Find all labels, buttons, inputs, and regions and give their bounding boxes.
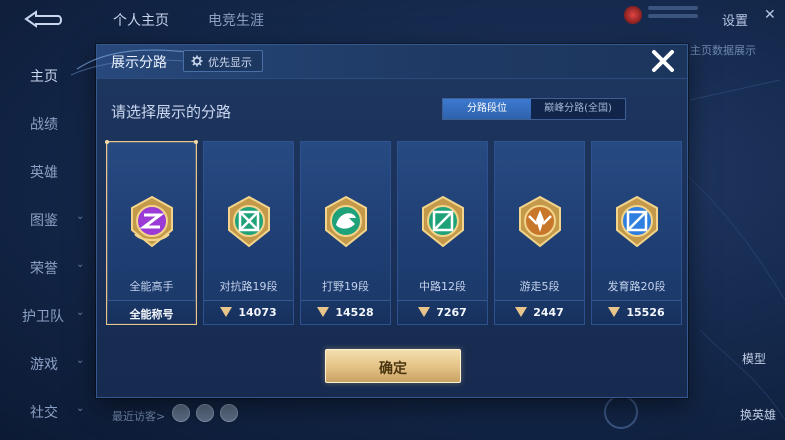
tab-peak-lane-national[interactable]: 巅峰分路(全国)	[531, 99, 625, 119]
lane-card-allround[interactable]: 全能高手 全能称号	[105, 140, 198, 325]
lane-card-score: 14073	[204, 306, 293, 319]
lane-mode-toggle: 分路段位 巅峰分路(全国)	[442, 98, 626, 120]
sidebar-item-label: 英雄	[30, 165, 58, 181]
lane-card-score-row: 全能称号	[107, 300, 196, 324]
avatar[interactable]	[196, 404, 214, 422]
confirm-label: 确定	[379, 361, 407, 377]
gear-icon	[191, 55, 203, 67]
clash-lane-emblem-icon	[228, 195, 270, 248]
lane-card-clash[interactable]: 对抗路19段 14073	[203, 141, 294, 325]
lane-card-jungle[interactable]: 打野19段 14528	[300, 141, 391, 325]
close-icon[interactable]: ✕	[764, 8, 778, 22]
lane-card-score-row: 14073	[204, 300, 293, 324]
selection-corner	[105, 140, 109, 144]
sidebar-item-label: 主页	[30, 69, 58, 85]
recent-visitors-link[interactable]: 最近访客>	[112, 408, 165, 424]
lane-card-name: 全能高手	[129, 280, 174, 293]
tab-esports-career[interactable]: 电竞生涯	[208, 10, 264, 30]
sidebar-item-social[interactable]: 社交 ⌄	[0, 394, 90, 428]
sidebar-item-heroes[interactable]: 英雄	[0, 154, 90, 188]
sidebar-item-label: 护卫队	[22, 309, 64, 325]
priority-display-label: 优先显示	[208, 56, 252, 69]
sidebar-item-honor[interactable]: 荣誉 ⌄	[0, 250, 90, 284]
chevron-down-icon: ⌄	[76, 355, 85, 366]
lane-card-name: 中路12段	[419, 280, 466, 293]
rank-info-placeholder	[648, 6, 698, 22]
rank-badge-icon	[624, 6, 642, 24]
close-icon[interactable]	[649, 47, 677, 75]
lane-card-name: 对抗路19段	[219, 280, 278, 293]
lane-card-score: 7267	[398, 306, 487, 319]
lane-card-roam[interactable]: 游走5段 2447	[494, 141, 585, 325]
sidebar-item-label: 社交	[30, 405, 58, 421]
model-button[interactable]: 模型	[742, 350, 766, 367]
sidebar-item-records[interactable]: 战绩	[0, 106, 90, 140]
sidebar-item-games[interactable]: 游戏 ⌄	[0, 346, 90, 380]
chevron-down-icon: ⌄	[76, 307, 85, 318]
home-data-display-label: 主页数据展示	[690, 44, 756, 57]
lane-card-score: 全能称号	[129, 308, 174, 321]
avatar[interactable]	[220, 404, 238, 422]
dialog-header: 展示分路 优先显示	[70, 45, 687, 79]
rank-points-icon	[418, 307, 431, 317]
home-ring-button[interactable]	[604, 395, 638, 429]
lane-card-score-row: 2447	[495, 300, 584, 324]
jungle-emblem-icon	[325, 195, 367, 248]
lane-card-score: 15526	[592, 306, 681, 319]
lane-card-name: 游走5段	[519, 280, 560, 293]
rank-points-icon	[608, 307, 621, 317]
sidebar-item-label: 战绩	[30, 117, 58, 133]
back-arrow-icon[interactable]	[22, 8, 64, 30]
sidebar-item-label: 荣誉	[30, 261, 58, 277]
select-lane-prompt: 请选择展示的分路	[111, 103, 232, 121]
sidebar-item-home[interactable]: 主页	[0, 58, 90, 92]
sidebar-item-label: 游戏	[30, 357, 58, 373]
lane-card-name: 发育路20段	[607, 280, 666, 293]
settings-button[interactable]: 设置	[722, 10, 748, 29]
tab-personal-home[interactable]: 个人主页	[113, 10, 169, 30]
dialog-title: 展示分路	[111, 55, 167, 71]
chevron-down-icon: ⌄	[76, 259, 85, 270]
swap-hero-button[interactable]: 换英雄	[740, 406, 776, 423]
lane-card-score-row: 14528	[301, 300, 390, 324]
roam-emblem-icon	[519, 195, 561, 248]
sidebar-item-codex[interactable]: 图鉴 ⌄	[0, 202, 90, 236]
chevron-down-icon: ⌄	[76, 211, 85, 222]
lane-card-score-row: 15526	[592, 300, 681, 324]
lane-card-name: 打野19段	[322, 280, 369, 293]
rank-points-icon	[317, 307, 330, 317]
rank-points-icon	[220, 307, 233, 317]
rank-points-icon	[515, 307, 528, 317]
lane-card-farm[interactable]: 发育路20段 15526	[591, 141, 682, 325]
avatar[interactable]	[172, 404, 190, 422]
show-lane-dialog: 展示分路 优先显示 请选择展示的分路 分路段位 巅峰分路(全国) 全能高手 全能…	[70, 44, 688, 398]
chevron-down-icon: ⌄	[76, 403, 85, 414]
allround-emblem-icon	[131, 195, 173, 248]
farm-lane-emblem-icon	[616, 195, 658, 248]
lane-card-score: 2447	[495, 306, 584, 319]
top-bar: 个人主页 电竞生涯 设置 ✕	[0, 0, 785, 38]
lane-card-score-row: 7267	[398, 300, 487, 324]
sidebar-item-guard[interactable]: 护卫队 ⌄	[0, 298, 90, 332]
mid-lane-emblem-icon	[422, 195, 464, 248]
confirm-button[interactable]: 确定	[325, 349, 461, 383]
lane-card-mid[interactable]: 中路12段 7267	[397, 141, 488, 325]
priority-display-button[interactable]: 优先显示	[183, 50, 263, 72]
lane-card-score: 14528	[301, 306, 390, 319]
selection-corner	[194, 140, 198, 144]
sidebar-item-label: 图鉴	[30, 213, 58, 229]
tab-lane-rank[interactable]: 分路段位	[443, 99, 531, 119]
